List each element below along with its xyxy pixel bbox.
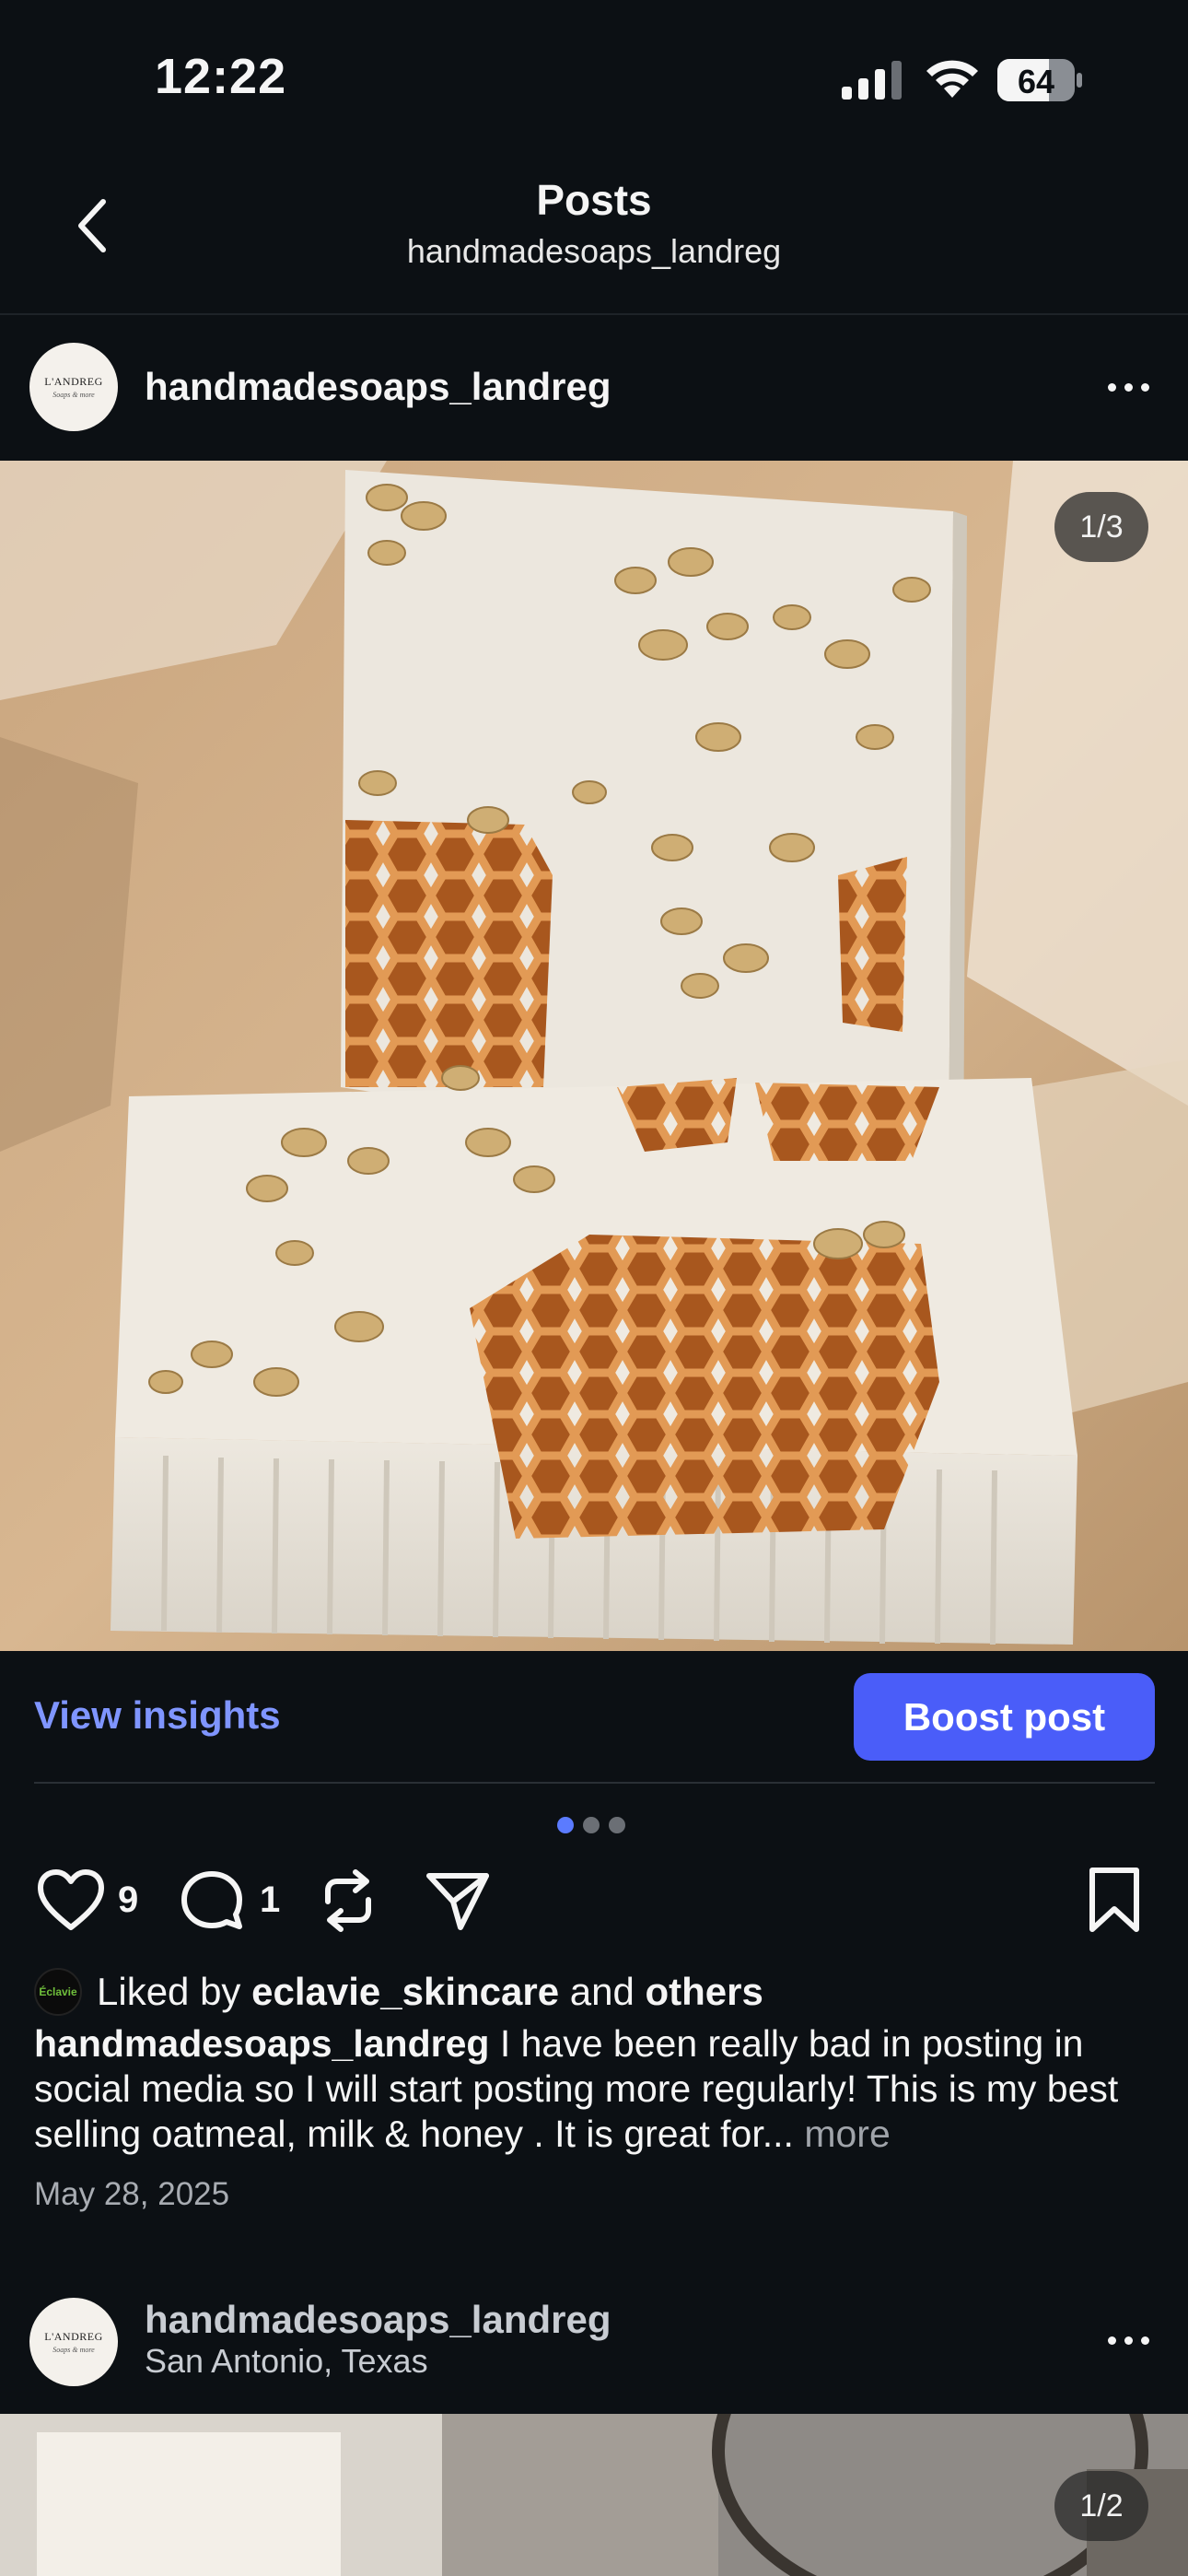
boost-post-button[interactable]: Boost post — [854, 1673, 1155, 1761]
post-date: May 28, 2025 — [34, 2176, 230, 2212]
liked-by-user[interactable]: eclavie_skincare — [251, 1970, 559, 2014]
avatar-logo: L'ANDREG — [44, 375, 103, 388]
more-options-button[interactable] — [1096, 369, 1160, 405]
liked-by-others[interactable]: others — [645, 1970, 763, 2014]
view-insights-link[interactable]: View insights — [34, 1693, 281, 1738]
post-caption: handmadesoaps_landreg I have been really… — [34, 2021, 1158, 2157]
next-post-avatar[interactable]: L'ANDREG Soaps & more — [29, 2298, 118, 2386]
dot-icon — [1124, 382, 1133, 392]
signal-icon — [842, 61, 902, 100]
avatar-logo: L'ANDREG — [44, 2330, 103, 2343]
liked-by-joiner: and — [569, 1970, 635, 2013]
avatar-logo-tagline: Soaps & more — [52, 2346, 95, 2354]
next-post-location[interactable]: San Antonio, Texas — [145, 2342, 428, 2381]
repost-icon[interactable] — [319, 1868, 378, 1933]
post-username[interactable]: handmadesoaps_landreg — [145, 365, 611, 409]
likes-count[interactable]: 9 — [118, 1879, 138, 1921]
status-time: 12:22 — [155, 49, 287, 104]
next-post-image-counter: 1/2 — [1054, 2471, 1148, 2541]
dot-icon — [1140, 382, 1149, 392]
next-post-more-options-button[interactable] — [1096, 2322, 1160, 2359]
liked-by-row[interactable]: Éclavie Liked by eclavie_skincare and ot… — [34, 1968, 763, 2016]
caption-more-link[interactable]: more — [804, 2113, 890, 2155]
soap-photo-illustration — [0, 461, 1188, 1651]
next-post-image[interactable]: 1/2 — [0, 2414, 1188, 2576]
image-counter: 1/3 — [1054, 492, 1148, 562]
dot-icon — [1140, 2336, 1149, 2345]
carousel-dot — [583, 1817, 600, 1833]
battery-indicator: 64 — [997, 59, 1082, 101]
share-icon[interactable] — [424, 1870, 492, 1931]
dot-icon — [1124, 2336, 1133, 2345]
battery-level: 64 — [1017, 63, 1055, 100]
liker-avatar-logo: Éclavie — [39, 1985, 77, 1998]
next-post-photo-illustration — [0, 2414, 1188, 2576]
comment-icon[interactable] — [179, 1868, 245, 1933]
carousel-dot — [609, 1817, 625, 1833]
dot-icon — [1107, 2336, 1116, 2345]
wifi-icon — [926, 60, 978, 98]
carousel-indicator — [557, 1817, 625, 1833]
post-image[interactable]: 1/3 — [0, 461, 1188, 1651]
insights-divider — [34, 1782, 1155, 1784]
next-post-username[interactable]: handmadesoaps_landreg — [145, 2298, 611, 2342]
bookmark-icon[interactable] — [1087, 1867, 1142, 1933]
avatar-logo-tagline: Soaps & more — [52, 391, 95, 399]
liker-avatar[interactable]: Éclavie — [34, 1968, 82, 2016]
page-title: Posts — [536, 176, 652, 224]
page-subtitle: handmadesoaps_landreg — [406, 232, 782, 270]
carousel-dot-active — [557, 1817, 574, 1833]
dot-icon — [1107, 382, 1116, 392]
avatar[interactable]: L'ANDREG Soaps & more — [29, 343, 118, 431]
comments-count[interactable]: 1 — [260, 1879, 280, 1921]
header-divider — [0, 313, 1188, 315]
caption-username[interactable]: handmadesoaps_landreg — [34, 2022, 489, 2065]
heart-icon[interactable] — [37, 1868, 105, 1931]
liked-by-prefix: Liked by — [97, 1970, 241, 2013]
